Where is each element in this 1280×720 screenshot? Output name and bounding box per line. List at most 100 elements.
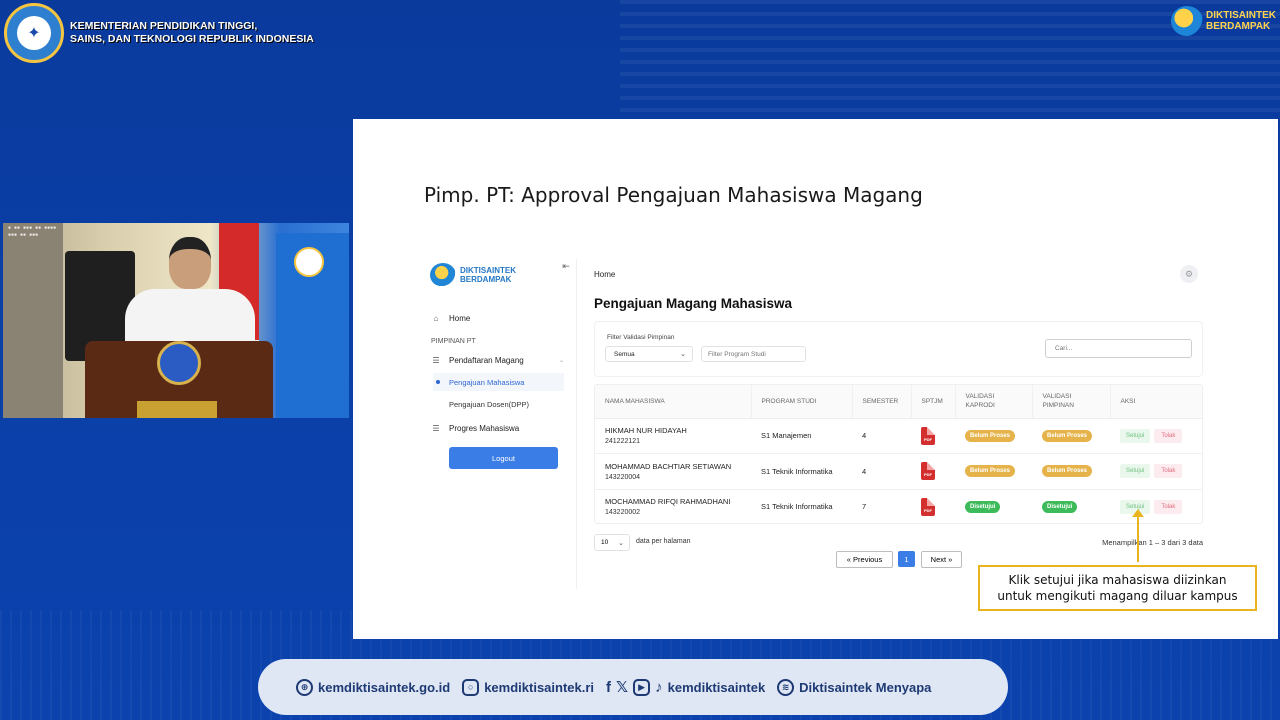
callout-arrow xyxy=(1137,516,1139,562)
footer-socials[interactable]: f 𝕏 ▶ ♪ kemdiktisaintek xyxy=(606,678,765,696)
student-nim: 143220004 xyxy=(605,473,641,481)
search-input[interactable] xyxy=(1045,339,1192,358)
menu-icon: ☰ xyxy=(432,423,440,433)
student-name: MOHAMMAD BACHTIAR SETIAWAN xyxy=(605,461,732,471)
reject-button[interactable]: Tolak xyxy=(1154,464,1183,479)
column-header: VALIDASI PIMPINAN xyxy=(1032,385,1111,419)
page-1-button[interactable]: 1 xyxy=(898,551,915,567)
sidebar-item-label: Progres Mahasiswa xyxy=(449,423,520,433)
semester: 4 xyxy=(852,418,911,454)
speaker-webcam: ▪ ▪▪ ▪▪▪ ▪▪ ▪▪▪▪ ▪▪▪ ▪▪ ▪▪▪ xyxy=(3,223,349,418)
sidebar-item-label: Pengajuan Dosen(DPP) xyxy=(449,399,530,409)
sidebar-item-label: Pendaftaran Magang xyxy=(449,355,524,365)
brand-logo: DIKTISAINTEK BERDAMPAK xyxy=(1171,6,1276,36)
pdf-icon[interactable]: PDF xyxy=(921,497,935,516)
cam-podium xyxy=(85,341,273,418)
column-header: NAMA MAHASISWA xyxy=(595,385,752,419)
student-nim: 241222121 xyxy=(605,438,641,446)
spotify-icon: ≋ xyxy=(777,678,795,696)
gear-icon[interactable]: ⚙ xyxy=(1180,265,1198,283)
table-header-row: NAMA MAHASISWA PROGRAM STUDI SEMESTER SP… xyxy=(595,385,1202,419)
reject-button[interactable]: Tolak xyxy=(1154,499,1183,514)
footer-spotify-label: Diktisaintek Menyapa xyxy=(799,679,932,695)
facebook-icon: f xyxy=(606,678,612,696)
app-logo: DIKTISAINTEK BERDAMPAK xyxy=(430,263,516,287)
sidebar-item-label: Home xyxy=(449,313,471,323)
validasi-select[interactable]: Semua ⌄ xyxy=(605,346,693,362)
student-name: HIKMAH NUR HIDAYAH xyxy=(605,426,687,436)
pagination: 10 ⌄ data per halaman Menampilkan 1 – 3 … xyxy=(594,534,1203,568)
cam-banner xyxy=(276,233,349,418)
column-header: SEMESTER xyxy=(852,385,912,419)
footer-website-label: kemdiktisaintek.go.id xyxy=(318,679,451,695)
app-logo-line2: BERDAMPAK xyxy=(460,275,512,284)
column-header: VALIDASI KAPRODI xyxy=(955,385,1033,419)
table-row: MOCHAMMAD RIFQI RAHMADHANI 143220002 S1 T… xyxy=(595,489,1202,523)
status-badge: Belum Proses xyxy=(965,429,1016,442)
chevron-down-icon: ⌄ xyxy=(680,351,686,358)
logout-button[interactable]: Logout xyxy=(449,447,558,469)
x-icon: 𝕏 xyxy=(616,679,629,696)
brand-line2: BERDAMPAK xyxy=(1206,21,1271,32)
footer-website[interactable]: ⊕ kemdiktisaintek.go.id xyxy=(296,678,451,696)
cam-wall xyxy=(3,223,63,418)
youtube-icon: ▶ xyxy=(633,678,651,696)
per-page-select[interactable]: 10 ⌄ xyxy=(594,534,630,551)
page-title: Pengajuan Magang Mahasiswa xyxy=(594,296,793,311)
pdf-icon[interactable]: PDF xyxy=(921,426,935,445)
globe-icon: ⊕ xyxy=(296,678,313,696)
semester: 4 xyxy=(852,453,911,490)
sidebar-item-home[interactable]: ⌂ Home xyxy=(431,313,471,323)
status-badge: Disetujui xyxy=(1042,500,1078,513)
breadcrumb[interactable]: Home xyxy=(594,270,615,279)
chevron-down-icon: ⌄ xyxy=(618,539,624,547)
student-name: MOCHAMMAD RIFQI RAHMADHANI xyxy=(605,497,731,507)
active-dot xyxy=(436,380,440,384)
showing-count: Menampilkan 1 – 3 dari 3 data xyxy=(1102,538,1203,547)
column-header: AKSI xyxy=(1110,385,1202,419)
status-badge: Belum Proses xyxy=(965,465,1016,478)
program-studi: S1 Manajemen xyxy=(751,418,852,454)
prodi-filter-input[interactable] xyxy=(701,346,806,362)
cam-osd-overlay: ▪ ▪▪ ▪▪▪ ▪▪ ▪▪▪▪ ▪▪▪ ▪▪ ▪▪▪ xyxy=(8,225,57,238)
presentation-slide: Pimp. PT: Approval Pengajuan Mahasiswa M… xyxy=(353,119,1278,639)
program-studi: S1 Teknik Informatika xyxy=(751,489,852,523)
column-header: SPTJM xyxy=(911,385,956,419)
sidebar-item-progres[interactable]: ☰ Progres Mahasiswa xyxy=(431,423,519,433)
approve-button[interactable]: Setujui xyxy=(1120,464,1151,479)
table-row: HIKMAH NUR HIDAYAH 241222121 S1 Manajemen… xyxy=(595,418,1202,454)
menu-icon: ☰ xyxy=(432,355,440,365)
ministry-seal-icon: ✦ xyxy=(4,3,64,63)
filter-card: Filter Validasi Pimpinan Semua ⌄ xyxy=(594,321,1203,377)
program-studi: S1 Teknik Informatika xyxy=(751,453,852,490)
app-logo-icon xyxy=(430,263,456,287)
table-row: MOHAMMAD BACHTIAR SETIAWAN 143220004 S1 T… xyxy=(595,453,1202,490)
pdf-icon[interactable]: PDF xyxy=(921,462,935,481)
ministry-line1: KEMENTERIAN PENDIDIKAN TINGGI, xyxy=(70,20,258,32)
sidebar-subitem-pengajuan-dosen[interactable]: Pengajuan Dosen(DPP) xyxy=(433,395,564,413)
slide-title: Pimp. PT: Approval Pengajuan Mahasiswa M… xyxy=(424,183,923,207)
approve-button[interactable]: Setujui xyxy=(1120,428,1151,443)
footer-instagram[interactable]: ○ kemdiktisaintek.ri xyxy=(462,678,595,696)
home-icon: ⌂ xyxy=(433,313,439,323)
callout-arrow-head xyxy=(1132,509,1144,517)
brand-text: DIKTISAINTEK BERDAMPAK xyxy=(1206,10,1276,32)
semester: 7 xyxy=(852,489,911,523)
status-badge: Belum Proses xyxy=(1042,429,1093,442)
filter-label: Filter Validasi Pimpinan xyxy=(607,334,675,341)
reject-button[interactable]: Tolak xyxy=(1154,428,1183,443)
sidebar-item-pendaftaran[interactable]: ☰ Pendaftaran Magang ⌄ xyxy=(431,355,564,365)
sidebar-subitem-pengajuan-mahasiswa[interactable]: Pengajuan Mahasiswa xyxy=(433,373,564,391)
per-page-label: data per halaman xyxy=(636,538,691,545)
footer-spotify[interactable]: ≋ Diktisaintek Menyapa xyxy=(777,678,932,696)
next-page-button[interactable]: Next » xyxy=(921,551,962,568)
status-badge: Belum Proses xyxy=(1042,465,1093,478)
ministry-header: ✦ KEMENTERIAN PENDIDIKAN TINGGI, SAINS, … xyxy=(4,3,314,63)
student-nim: 143220002 xyxy=(605,509,641,517)
app-main: Home ⚙ Pengajuan Magang Mahasiswa Filter… xyxy=(577,259,1205,599)
footer-instagram-label: kemdiktisaintek.ri xyxy=(484,679,595,695)
sidebar-item-label: Pengajuan Mahasiswa xyxy=(449,377,525,387)
footer-bar: ⊕ kemdiktisaintek.go.id ○ kemdiktisainte… xyxy=(258,659,1008,715)
collapse-sidebar-button[interactable]: ⇤ xyxy=(559,259,573,273)
previous-page-button[interactable]: « Previous xyxy=(836,551,893,568)
